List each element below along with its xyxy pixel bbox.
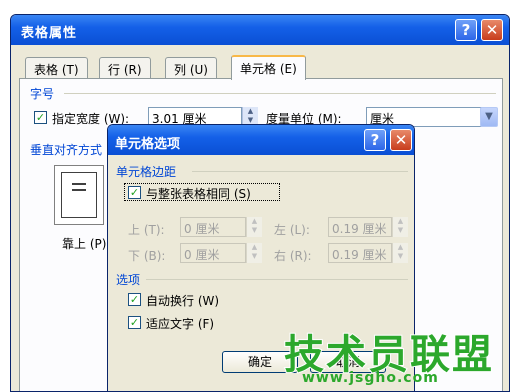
right-margin-input[interactable]: 0.19 厘米: [328, 243, 392, 263]
bottom-margin-spinner[interactable]: ▲ ▼: [246, 243, 262, 263]
specify-width-checkbox[interactable]: ✓: [34, 111, 47, 124]
fit-text-label: 适应文字 (F): [146, 317, 215, 331]
top-margin-spinner[interactable]: ▲ ▼: [246, 217, 262, 237]
outer-titlebar[interactable]: 表格属性 ? ✕: [11, 15, 509, 45]
left-margin-label: 左 (L):: [274, 223, 310, 237]
same-as-table-checkbox[interactable]: ✓: [128, 186, 141, 199]
left-margin-input[interactable]: 0.19 厘米: [328, 217, 392, 237]
spin-up-icon: ▲: [251, 217, 258, 225]
measure-in-dropdown-button[interactable]: ▼: [480, 107, 498, 127]
inner-help-button[interactable]: ?: [364, 129, 386, 151]
vertical-alignment-label: 垂直对齐方式: [30, 143, 103, 157]
help-icon: ?: [461, 21, 471, 39]
watermark-url: www.jsgho.com: [302, 370, 439, 386]
spin-down-icon: ▼: [397, 226, 404, 234]
align-top-option[interactable]: [54, 165, 104, 225]
bottom-margin-value: 0 厘米: [184, 248, 220, 262]
spin-up-icon: ▲: [251, 243, 258, 251]
right-margin-value: 0.19 厘米: [332, 248, 387, 262]
close-icon: ✕: [485, 21, 499, 39]
spin-down-icon: ▼: [251, 226, 258, 234]
tab-cell[interactable]: 单元格 (E): [231, 55, 306, 80]
inner-close-button[interactable]: ✕: [390, 129, 412, 151]
cell-margins-label: 单元格边距: [116, 165, 177, 179]
help-icon: ?: [370, 131, 380, 149]
chevron-down-icon: ▼: [485, 111, 493, 122]
spin-down-icon: ▼: [251, 252, 258, 260]
right-margin-spinner[interactable]: ▲ ▼: [392, 243, 408, 263]
top-margin-input[interactable]: 0 厘米: [180, 217, 246, 237]
outer-help-button[interactable]: ?: [455, 19, 477, 41]
spin-up-icon: ▲: [247, 107, 254, 115]
fit-text-checkbox[interactable]: ✓: [128, 316, 141, 329]
bottom-margin-input[interactable]: 0 厘米: [180, 243, 246, 263]
check-icon: ✓: [129, 293, 140, 306]
left-margin-spinner[interactable]: ▲ ▼: [392, 217, 408, 237]
right-margin-label: 右 (R):: [274, 249, 312, 263]
same-as-table-label: 与整张表格相同 (S): [146, 187, 251, 201]
spin-down-icon: ▼: [397, 252, 404, 260]
outer-close-button[interactable]: ✕: [481, 19, 503, 41]
wrap-text-checkbox[interactable]: ✓: [128, 293, 141, 306]
check-icon: ✓: [129, 186, 140, 199]
tab-table[interactable]: 表格 (T): [25, 57, 88, 79]
top-margin-label: 上 (T):: [128, 223, 165, 237]
outer-dialog-title: 表格属性: [21, 26, 78, 41]
tab-row[interactable]: 行 (R): [99, 57, 151, 79]
tab-column[interactable]: 列 (U): [165, 57, 217, 79]
bottom-margin-label: 下 (B):: [128, 249, 166, 263]
check-icon: ✓: [35, 111, 46, 124]
divider: [64, 93, 496, 94]
size-group-label: 字号: [30, 87, 55, 101]
divider: [146, 279, 408, 280]
inner-titlebar[interactable]: 单元格选项 ? ✕: [108, 125, 414, 155]
divider: [192, 171, 408, 172]
spin-up-icon: ▲: [397, 217, 404, 225]
top-margin-value: 0 厘米: [184, 222, 220, 236]
align-top-icon: [61, 172, 97, 218]
close-icon: ✕: [394, 131, 408, 149]
wrap-text-label: 自动换行 (W): [146, 294, 220, 308]
align-top-label: 靠上 (P): [62, 237, 107, 251]
options-label: 选项: [116, 273, 141, 287]
spin-up-icon: ▲: [397, 243, 404, 251]
check-icon: ✓: [129, 316, 140, 329]
inner-dialog-title: 单元格选项: [115, 137, 181, 152]
left-margin-value: 0.19 厘米: [332, 222, 387, 236]
